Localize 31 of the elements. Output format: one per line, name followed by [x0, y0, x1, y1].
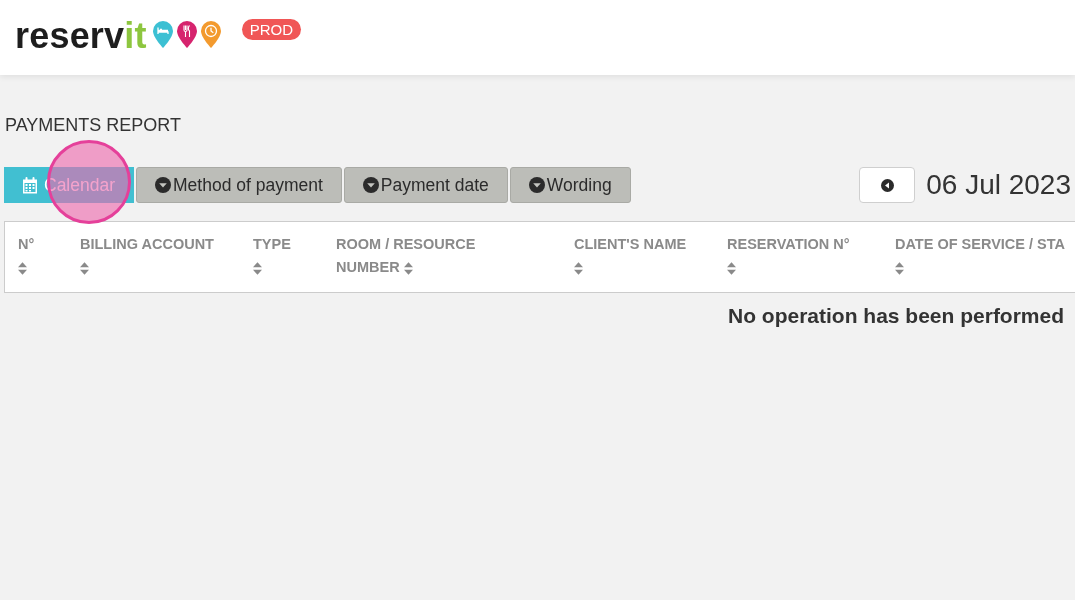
caret-down-circle-icon: [362, 177, 379, 193]
cutlery-pin-icon: [176, 21, 197, 48]
sort-icon[interactable]: [727, 261, 736, 275]
clock-pin-icon: [200, 21, 221, 48]
column-header[interactable]: RESERVATION N°: [727, 233, 858, 279]
filter-dropdown-button[interactable]: Wording: [509, 167, 631, 203]
previous-date-button[interactable]: [859, 167, 916, 203]
logo-wordmark: reservit: [15, 18, 147, 54]
sort-icon[interactable]: [403, 261, 413, 275]
filter-dropdown-button[interactable]: Payment date: [343, 167, 508, 203]
column-header[interactable]: ROOM / RESOURCE NUMBER: [336, 233, 501, 279]
sort-icon[interactable]: [895, 261, 904, 275]
environment-badge: PROD: [241, 19, 302, 40]
column-header[interactable]: TYPE: [253, 233, 297, 279]
column-header[interactable]: N°: [18, 233, 42, 279]
previous-circle-icon: [880, 178, 894, 192]
sort-icon[interactable]: [574, 261, 583, 275]
empty-table-message: No operation has been performed: [728, 303, 1065, 329]
page-title: PAYMENTS REPORT: [5, 114, 182, 136]
caret-down-circle-icon: [155, 177, 172, 193]
sort-icon[interactable]: [80, 261, 89, 275]
sort-icon[interactable]: [253, 261, 262, 275]
column-header[interactable]: CLIENT'S NAME: [574, 233, 692, 279]
filter-dropdown-button[interactable]: Method of payment: [136, 167, 342, 203]
caret-down-circle-icon: [528, 177, 545, 193]
column-header[interactable]: DATE OF SERVICE / STA: [895, 233, 1071, 279]
column-header[interactable]: BILLING ACCOUNT: [80, 233, 221, 279]
date-label: 06 Jul 2023: [926, 171, 1071, 199]
bed-pin-icon: [152, 21, 173, 48]
calendar-icon: [22, 176, 38, 194]
sort-icon[interactable]: [18, 261, 27, 275]
